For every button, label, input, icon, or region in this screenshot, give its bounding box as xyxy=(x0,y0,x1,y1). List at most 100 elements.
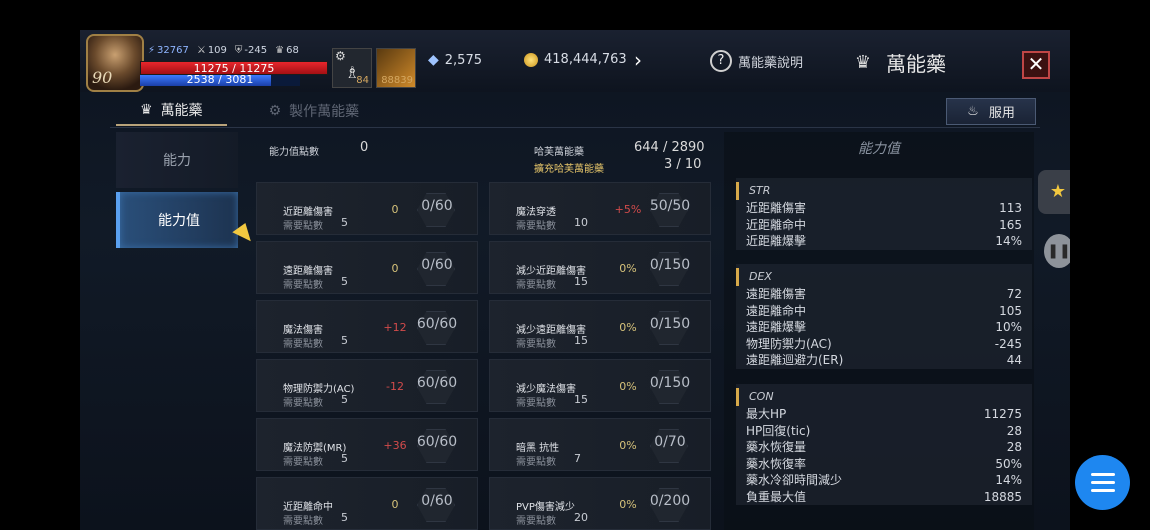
tab-label: 萬能藥 xyxy=(160,103,203,119)
nav-item-ability[interactable]: 能力 xyxy=(116,132,238,188)
stat-progress: 0/150 xyxy=(649,375,691,391)
tab-label: 製作萬能藥 xyxy=(289,104,360,120)
required-points-value: 15 xyxy=(574,334,588,347)
game-window: 90 ⚡ 32767 ⚔ 109 ⛨ -245 ♛ 68 11275 / 11275 2… xyxy=(80,30,1070,530)
stat-card[interactable]: 近距離命中 需要點數 5 0 0/60 xyxy=(256,477,478,530)
craft-icon: ⚙ xyxy=(268,103,282,119)
expand-elixir-link[interactable]: 擴充哈芙萬能藥 xyxy=(534,160,604,175)
stat-row: 藥水冷卻時間減少 14% xyxy=(736,472,1032,489)
mp-text: 2538 / 3081 xyxy=(186,73,254,86)
elixir-label: 哈芙萬能藥 xyxy=(534,147,584,158)
required-points-value: 15 xyxy=(574,393,588,406)
sword-icon: ⚔ xyxy=(196,45,206,56)
stat-card[interactable]: 魔法傷害 需要點數 5 +12 60/60 xyxy=(256,300,478,353)
close-button[interactable]: ✕ xyxy=(1022,51,1050,79)
stat-row-value: 113 xyxy=(999,201,1022,215)
stat-progress: 0/150 xyxy=(649,257,691,273)
stat-row-value: 72 xyxy=(1006,287,1022,301)
stat-row-label: 負重最大值 xyxy=(746,489,807,504)
tab-elixir[interactable]: ♛ 萬能藥 xyxy=(116,96,227,126)
required-points-label: 需要點數 xyxy=(283,457,323,468)
stat-card[interactable]: 減少魔法傷害 需要點數 15 0% 0/150 xyxy=(489,359,711,412)
divider xyxy=(110,127,1040,128)
nav-item-stats[interactable]: 能力值 xyxy=(116,192,238,248)
stat-row-label: 最大HP xyxy=(746,407,787,421)
stats-section: DEX 遠距離傷害 72 遠距離命中 105 遠距離爆擊 10% 物理防禦力(AC) -245 遠… xyxy=(736,264,1032,369)
points-value: 0 xyxy=(360,140,369,155)
hand-potion-icon: ♨ xyxy=(967,104,979,119)
stat-name: 近距離命中 xyxy=(283,502,333,513)
stat-card[interactable]: 遠距離傷害 需要點數 5 0 0/60 xyxy=(256,241,478,294)
stat-progress: 0/150 xyxy=(649,316,691,332)
menu-button[interactable] xyxy=(1075,455,1130,510)
required-points-label: 需要點數 xyxy=(516,339,556,350)
left-nav: 能力 能力值 xyxy=(116,132,238,252)
stat-row-label: 近距離爆擊 xyxy=(746,234,807,248)
required-points-value: 5 xyxy=(341,511,348,524)
stat-card[interactable]: 魔法穿透 需要點數 10 +5% 50/50 xyxy=(489,182,711,235)
stat-progress: 0/200 xyxy=(649,493,691,509)
required-points-value: 5 xyxy=(341,216,348,229)
help-label: 萬能藥說明 xyxy=(738,55,804,71)
stat-card[interactable]: 減少遠距離傷害 需要點數 15 0% 0/150 xyxy=(489,300,711,353)
combat-power-icon: ⚡ xyxy=(148,45,156,56)
stat-card[interactable]: 近距離傷害 需要點數 5 0 0/60 xyxy=(256,182,478,235)
pause-icon[interactable]: ❚❚ xyxy=(1044,234,1070,268)
stat-row: 遠距離迴避力(ER) 44 xyxy=(736,352,1032,369)
stat-row: 最大HP 11275 xyxy=(736,406,1032,423)
stat-row-label: 物理防禦力(AC) xyxy=(746,336,832,351)
stat-name: 魔法防禦(MR) xyxy=(283,443,347,454)
required-points-value: 5 xyxy=(341,393,348,406)
required-points-value: 5 xyxy=(341,275,348,288)
stat-c-value: 68 xyxy=(286,45,299,56)
use-button-label: 服用 xyxy=(988,106,1015,121)
stat-card[interactable]: PVP傷害減少 需要點數 20 0% 0/200 xyxy=(489,477,711,530)
stat-row-label: HP回復(tic) xyxy=(746,423,811,438)
stat-row-value: 10% xyxy=(995,320,1022,334)
stat-row-value: 44 xyxy=(1006,353,1022,367)
stat-row-value: 14% xyxy=(995,473,1022,487)
points-label: 能力值點數 xyxy=(269,147,319,158)
chevron-right-icon[interactable]: › xyxy=(634,48,642,72)
stat-row-label: 遠距離傷害 xyxy=(746,287,807,301)
required-points-value: 10 xyxy=(574,216,588,229)
stat-card[interactable]: 減少近距離傷害 需要點數 15 0% 0/150 xyxy=(489,241,711,294)
combat-power-value: 32767 xyxy=(157,45,189,56)
gold-coin-icon xyxy=(524,52,538,67)
potion-bottle-icon[interactable]: ⚙ ♗ 84 xyxy=(332,48,372,88)
help-button[interactable]: ? 萬能藥說明 xyxy=(710,50,803,72)
star-icon[interactable]: ★ xyxy=(1038,170,1070,214)
stat-row-label: 遠距離爆擊 xyxy=(746,320,807,334)
gem-amount: 2,575 xyxy=(444,52,482,68)
stat-name: 暗黑 抗性 xyxy=(516,443,560,454)
stat-row: 近距離爆擊 14% xyxy=(736,233,1032,250)
section-heading: STR xyxy=(736,182,1032,200)
use-button[interactable]: ♨ 服用 xyxy=(946,98,1036,125)
stat-row-value: -245 xyxy=(994,336,1022,351)
section-heading: DEX xyxy=(736,268,1032,286)
trophy-icon: ♛ xyxy=(275,45,285,56)
stat-row-label: 藥水恢復量 xyxy=(746,440,807,454)
stat-row-label: 近距離命中 xyxy=(746,217,807,232)
required-points-label: 需要點數 xyxy=(283,339,323,350)
required-points-label: 需要點數 xyxy=(283,516,323,527)
required-points-label: 需要點數 xyxy=(516,280,556,291)
stat-name: 魔法傷害 xyxy=(283,325,323,336)
tab-craft-elixir[interactable]: ⚙ 製作萬能藥 xyxy=(245,96,384,126)
elixir-value: 644 / 2890 xyxy=(634,140,705,155)
expand-elixir-value: 3 / 10 xyxy=(664,157,702,172)
stat-card[interactable]: 物理防禦力(AC) 需要點數 5 -12 60/60 xyxy=(256,359,478,412)
character-level: 90 xyxy=(92,68,113,87)
gold-amount: 418,444,763 xyxy=(544,52,627,67)
stat-name: PVP傷害減少 xyxy=(516,502,575,513)
gem-icon: ◆ xyxy=(428,52,439,68)
stat-card[interactable]: 暗黑 抗性 需要點數 7 0% 0/70 xyxy=(489,418,711,471)
buff-count: 88839 xyxy=(381,75,413,86)
stat-name: 魔法穿透 xyxy=(516,207,556,218)
stats-section: STR 近距離傷害 113 近距離命中 165 近距離爆擊 14% xyxy=(736,178,1032,250)
stat-row-value: 28 xyxy=(1006,423,1022,438)
wing-item-icon[interactable]: 88839 xyxy=(376,48,416,88)
stat-card[interactable]: 魔法防禦(MR) 需要點數 5 +36 60/60 xyxy=(256,418,478,471)
stats-panel: 能力值 STR 近距離傷害 113 近距離命中 165 近距離爆擊 14% DEX 遠距離傷害 7… xyxy=(724,132,1034,530)
stat-row: 負重最大值 18885 xyxy=(736,489,1032,506)
